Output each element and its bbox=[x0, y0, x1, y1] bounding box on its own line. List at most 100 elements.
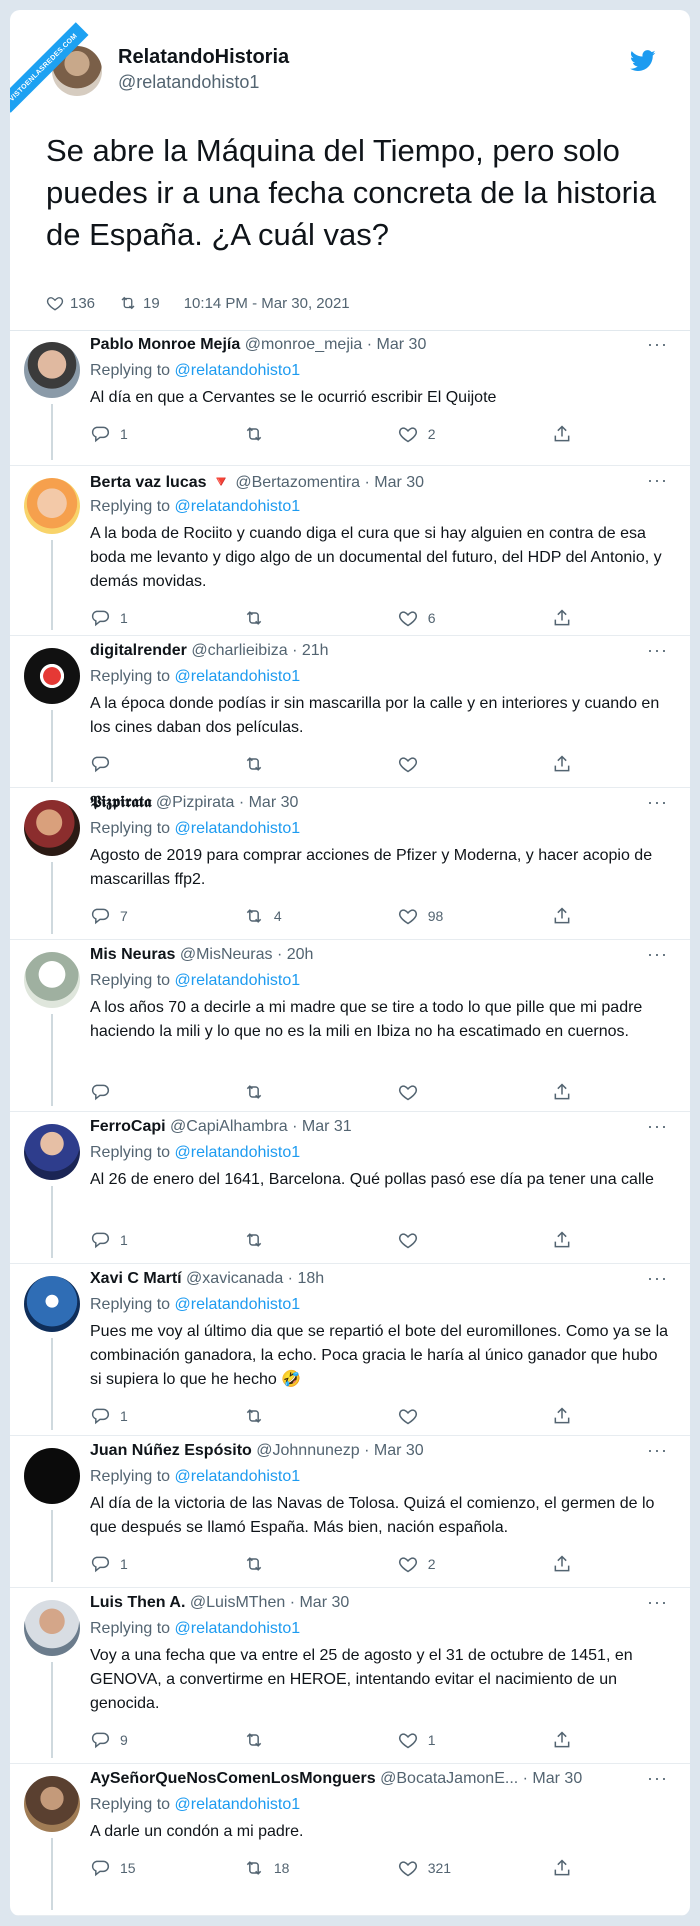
reply-author-handle[interactable]: @Johnnunezp · Mar 30 bbox=[256, 1442, 423, 1459]
like-button[interactable] bbox=[398, 1082, 552, 1102]
share-button[interactable] bbox=[552, 1730, 590, 1750]
reply-tweet[interactable]: 𝕻𝖎𝖟𝖕𝖎𝖗𝖆𝖙𝖆 @Pizpirata · Mar 30 ··· Replyi… bbox=[10, 788, 690, 940]
avatar[interactable] bbox=[24, 1448, 80, 1504]
more-horizontal-icon[interactable]: ··· bbox=[647, 334, 668, 355]
like-button[interactable]: 321 bbox=[398, 1858, 552, 1878]
more-horizontal-icon[interactable]: ··· bbox=[647, 1768, 668, 1789]
share-button[interactable] bbox=[552, 1554, 590, 1574]
retweet-button[interactable]: 4 bbox=[244, 906, 398, 926]
reply-button[interactable] bbox=[90, 754, 244, 774]
retweet-button[interactable] bbox=[244, 424, 398, 444]
retweet-button[interactable] bbox=[244, 1230, 398, 1250]
share-button[interactable] bbox=[552, 1230, 590, 1250]
replying-to-handle[interactable]: @relatandohisto1 bbox=[175, 1296, 301, 1313]
like-button[interactable] bbox=[398, 1406, 552, 1426]
reply-button[interactable]: 1 bbox=[90, 608, 244, 628]
reply-tweet[interactable]: Xavi C Martí @xavicanada · 18h ··· Reply… bbox=[10, 1264, 690, 1436]
share-button[interactable] bbox=[552, 906, 590, 926]
reply-tweet[interactable]: Mis Neuras @MisNeuras · 20h ··· Replying… bbox=[10, 940, 690, 1112]
reply-button[interactable]: 1 bbox=[90, 1406, 244, 1426]
replying-to-handle[interactable]: @relatandohisto1 bbox=[175, 498, 301, 515]
reply-button[interactable]: 1 bbox=[90, 1230, 244, 1250]
share-button[interactable] bbox=[552, 754, 590, 774]
share-button[interactable] bbox=[552, 424, 590, 444]
like-button[interactable] bbox=[398, 1230, 552, 1250]
reply-tweet[interactable]: Berta vaz lucas 🔻 @Bertazomentira · Mar … bbox=[10, 466, 690, 636]
like-button[interactable] bbox=[398, 754, 552, 774]
timestamp[interactable]: 10:14 PM - Mar 30, 2021 bbox=[184, 295, 350, 312]
more-horizontal-icon[interactable]: ··· bbox=[647, 1268, 668, 1289]
reply-author-handle[interactable]: @MisNeuras · 20h bbox=[180, 946, 314, 963]
retweet-button[interactable] bbox=[244, 1730, 398, 1750]
reply-author-handle[interactable]: @charlieibiza · 21h bbox=[191, 642, 328, 659]
like-button[interactable]: 1 bbox=[398, 1730, 552, 1750]
reply-author-handle[interactable]: @xavicanada · 18h bbox=[186, 1270, 324, 1287]
replying-to-handle[interactable]: @relatandohisto1 bbox=[175, 972, 301, 989]
replying-to-handle[interactable]: @relatandohisto1 bbox=[175, 1796, 301, 1813]
share-button[interactable] bbox=[552, 608, 590, 628]
like-button[interactable]: 2 bbox=[398, 424, 552, 444]
avatar[interactable] bbox=[24, 342, 80, 398]
reply-author-handle[interactable]: @CapiAlhambra · Mar 31 bbox=[170, 1118, 352, 1135]
reply-author-name[interactable]: Juan Núñez Espósito bbox=[90, 1442, 252, 1459]
avatar[interactable] bbox=[24, 1124, 80, 1180]
reply-tweet[interactable]: FerroCapi @CapiAlhambra · Mar 31 ··· Rep… bbox=[10, 1112, 690, 1264]
more-horizontal-icon[interactable]: ··· bbox=[647, 470, 668, 491]
reply-author-handle[interactable]: @monroe_mejia · Mar 30 bbox=[245, 336, 427, 353]
replying-to-handle[interactable]: @relatandohisto1 bbox=[175, 668, 301, 685]
retweet-button[interactable] bbox=[244, 1406, 398, 1426]
like-button[interactable]: 6 bbox=[398, 608, 552, 628]
reply-author-name[interactable]: FerroCapi bbox=[90, 1118, 166, 1135]
retweet-button[interactable] bbox=[244, 1554, 398, 1574]
reply-tweet[interactable]: Luis Then A. @LuisMThen · Mar 30 ··· Rep… bbox=[10, 1588, 690, 1764]
replying-to-handle[interactable]: @relatandohisto1 bbox=[175, 1144, 301, 1161]
avatar[interactable] bbox=[24, 1276, 80, 1332]
heart-icon[interactable] bbox=[46, 294, 64, 312]
retweet-icon[interactable] bbox=[119, 294, 137, 312]
replying-to-handle[interactable]: @relatandohisto1 bbox=[175, 820, 301, 837]
reply-author-name[interactable]: Pablo Monroe Mejía bbox=[90, 336, 240, 353]
reply-author-name[interactable]: Luis Then A. bbox=[90, 1594, 185, 1611]
share-button[interactable] bbox=[552, 1406, 590, 1426]
reply-author-handle[interactable]: @LuisMThen · Mar 30 bbox=[190, 1594, 349, 1611]
replying-to-handle[interactable]: @relatandohisto1 bbox=[175, 1468, 301, 1485]
more-horizontal-icon[interactable]: ··· bbox=[647, 944, 668, 965]
reply-author-name[interactable]: digitalrender bbox=[90, 642, 187, 659]
avatar[interactable] bbox=[24, 1600, 80, 1656]
reply-button[interactable] bbox=[90, 1082, 244, 1102]
reply-author-handle[interactable]: @Bertazomentira · Mar 30 bbox=[235, 474, 424, 491]
retweet-button[interactable] bbox=[244, 1082, 398, 1102]
more-horizontal-icon[interactable]: ··· bbox=[647, 1116, 668, 1137]
like-button[interactable]: 98 bbox=[398, 906, 552, 926]
avatar[interactable] bbox=[24, 800, 80, 856]
reply-tweet[interactable]: Juan Núñez Espósito @Johnnunezp · Mar 30… bbox=[10, 1436, 690, 1588]
reply-tweet[interactable]: AySeñorQueNosComenLosMonguers @BocataJam… bbox=[10, 1764, 690, 1916]
reply-author-handle[interactable]: @BocataJamonE... · Mar 30 bbox=[380, 1770, 582, 1787]
reply-author-name[interactable]: AySeñorQueNosComenLosMonguers bbox=[90, 1770, 376, 1787]
like-button[interactable]: 2 bbox=[398, 1554, 552, 1574]
replying-to-handle[interactable]: @relatandohisto1 bbox=[175, 1620, 301, 1637]
replying-to-handle[interactable]: @relatandohisto1 bbox=[175, 362, 301, 379]
retweet-button[interactable] bbox=[244, 754, 398, 774]
reply-author-name[interactable]: Berta vaz lucas 🔻 bbox=[90, 474, 231, 491]
avatar[interactable] bbox=[24, 648, 80, 704]
avatar[interactable] bbox=[24, 1776, 80, 1832]
reply-author-name[interactable]: Mis Neuras bbox=[90, 946, 175, 963]
share-button[interactable] bbox=[552, 1858, 590, 1878]
twitter-bird-icon[interactable] bbox=[630, 50, 656, 72]
share-button[interactable] bbox=[552, 1082, 590, 1102]
more-horizontal-icon[interactable]: ··· bbox=[647, 1440, 668, 1461]
avatar[interactable] bbox=[24, 952, 80, 1008]
retweet-button[interactable] bbox=[244, 608, 398, 628]
reply-button[interactable]: 1 bbox=[90, 424, 244, 444]
more-horizontal-icon[interactable]: ··· bbox=[647, 1592, 668, 1613]
reply-author-name[interactable]: Xavi C Martí bbox=[90, 1270, 182, 1287]
reply-author-name[interactable]: 𝕻𝖎𝖟𝖕𝖎𝖗𝖆𝖙𝖆 bbox=[90, 794, 151, 811]
author-name[interactable]: RelatandoHistoria bbox=[118, 46, 289, 69]
reply-button[interactable]: 7 bbox=[90, 906, 244, 926]
avatar[interactable] bbox=[24, 478, 80, 534]
reply-button[interactable]: 1 bbox=[90, 1554, 244, 1574]
reply-author-handle[interactable]: @Pizpirata · Mar 30 bbox=[156, 794, 299, 811]
reply-button[interactable]: 9 bbox=[90, 1730, 244, 1750]
more-horizontal-icon[interactable]: ··· bbox=[647, 640, 668, 661]
